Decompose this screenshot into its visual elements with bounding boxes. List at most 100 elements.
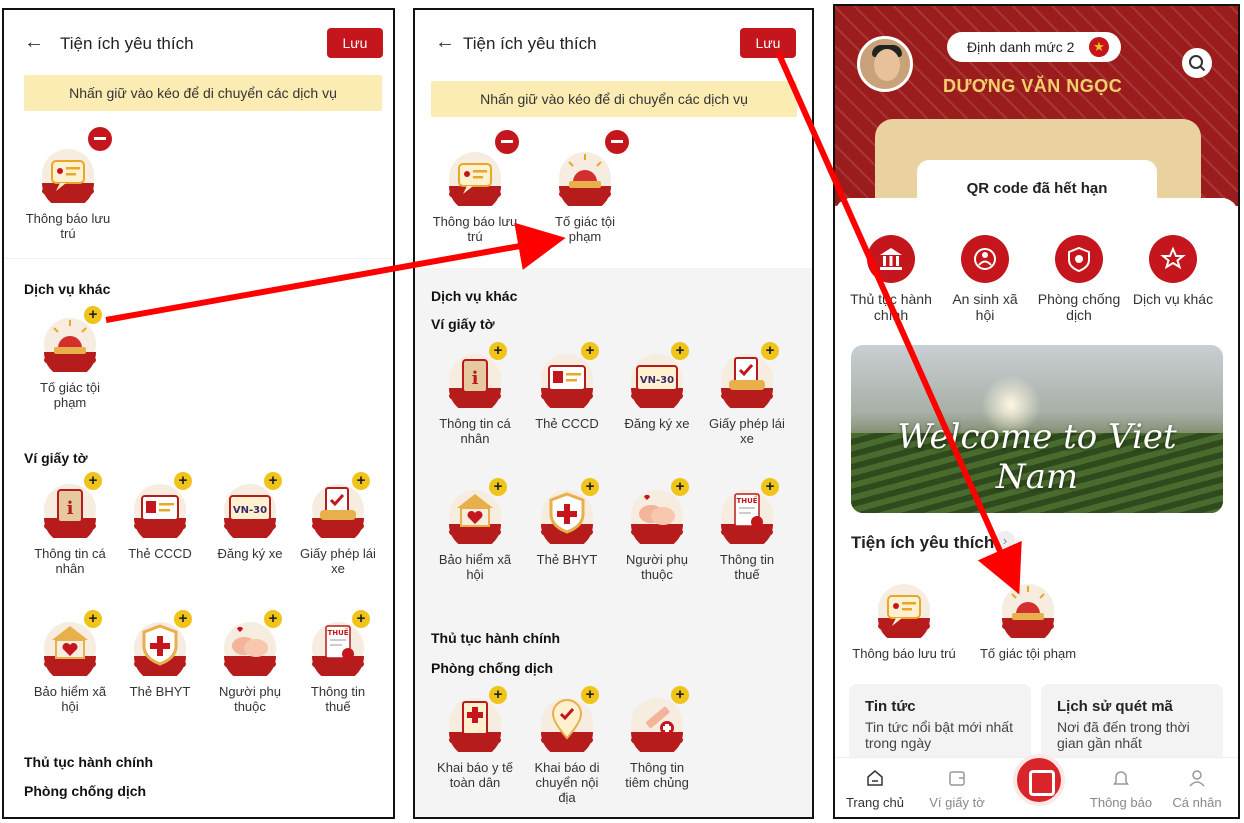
service-item[interactable]: + Thẻ CCCD (519, 342, 615, 431)
category-epidemic[interactable]: Phòng chống dịch (1036, 235, 1122, 323)
edit-favorites-screen-before: ← Tiện ích yêu thích Lưu Nhấn giữ vào ké… (2, 8, 395, 819)
favorite-item-label: Thông báo lưu trú (25, 211, 111, 241)
favorite-item[interactable]: Thông báo lưu trú (427, 130, 523, 244)
service-item-label: Khai báo y tế toàn dân (437, 760, 513, 790)
favorite-item[interactable]: Thông báo lưu trú (20, 127, 116, 241)
service-item[interactable]: + Giấy phép lái xe (699, 342, 795, 446)
category-label: Thủ tục hành chính (850, 291, 932, 323)
card-subtitle: Nơi đã đến trong thời gian gần nhất (1057, 719, 1190, 751)
banner-text: Welcome to Viet Nam (897, 417, 1177, 497)
nav-notifications[interactable]: Thông báo (1081, 768, 1161, 810)
service-item[interactable]: + Giấy phép lái xe (290, 472, 386, 576)
service-item-label: Thông tin tiêm chủng (625, 760, 689, 790)
notice-residence-icon (874, 578, 934, 638)
avatar[interactable] (857, 36, 913, 92)
header: ← Tiện ích yêu thích Lưu (4, 10, 393, 74)
service-item[interactable]: + Thông tin thuế (699, 478, 795, 582)
id-level-label: Định danh mức 2 (967, 39, 1075, 55)
service-item[interactable]: + Đăng ký xe (609, 342, 705, 431)
favorite-item[interactable]: Thông báo lưu trú (849, 578, 959, 661)
page-title: Tiện ích yêu thích (60, 34, 194, 53)
add-icon[interactable]: + (264, 472, 282, 490)
star-icon: ★ (1089, 37, 1109, 57)
search-button[interactable] (1182, 48, 1212, 78)
service-item[interactable]: + Thông tin cá nhân (22, 472, 118, 576)
add-icon[interactable]: + (761, 342, 779, 360)
service-item-label: Thẻ BHYT (129, 684, 191, 699)
add-icon[interactable]: + (84, 610, 102, 628)
service-item[interactable]: + Khai báo y tế toàn dân (427, 686, 523, 790)
service-item-label: Người phụ thuộc (625, 552, 689, 582)
service-item[interactable]: + Tố giác tội phạm (22, 306, 118, 410)
add-icon[interactable]: + (671, 342, 689, 360)
favorite-item[interactable]: Tố giác tội phạm (537, 130, 633, 244)
service-item[interactable]: + Thông tin thuế (290, 610, 386, 714)
service-item[interactable]: + Người phụ thuộc (202, 610, 298, 714)
add-icon[interactable]: + (489, 686, 507, 704)
add-icon[interactable]: + (489, 478, 507, 496)
card-title: Lịch sử quét mã (1057, 698, 1173, 715)
add-icon[interactable]: + (671, 478, 689, 496)
add-icon[interactable]: + (84, 472, 102, 490)
service-item[interactable]: + Thẻ BHYT (112, 610, 208, 699)
save-button[interactable]: Lưu (327, 28, 383, 58)
save-button[interactable]: Lưu (740, 28, 796, 58)
nav-wallet[interactable]: Ví giấy tờ (917, 768, 997, 810)
section-title: Thủ tục hành chính (24, 754, 154, 770)
star-box-icon (1160, 246, 1186, 270)
service-item[interactable]: + Khai báo di chuyển nội địa (519, 686, 615, 805)
arrow-left-icon[interactable]: ← (24, 32, 44, 52)
service-item-label: Thẻ BHYT (536, 552, 598, 567)
hint-banner: Nhấn giữ vào kéo để di chuyển các dịch v… (24, 75, 382, 111)
nav-label: Trang chủ (845, 795, 905, 810)
arrow-left-icon[interactable]: ← (435, 32, 455, 52)
service-item[interactable]: + Đăng ký xe (202, 472, 298, 561)
add-icon[interactable]: + (489, 342, 507, 360)
service-item[interactable]: + Thông tin cá nhân (427, 342, 523, 446)
service-item[interactable]: + Thông tin tiêm chủng (609, 686, 705, 790)
category-admin-procedures[interactable]: Thủ tục hành chính (848, 235, 934, 323)
service-item[interactable]: + Người phụ thuộc (609, 478, 705, 582)
add-icon[interactable]: + (174, 610, 192, 628)
service-item-label: Thẻ CCCD (128, 546, 192, 561)
add-icon[interactable]: + (671, 686, 689, 704)
nav-home[interactable]: Trang chủ (835, 768, 915, 810)
service-item[interactable]: + Bảo hiểm xã hội (22, 610, 118, 714)
add-icon[interactable]: + (84, 306, 102, 324)
government-building-icon (880, 248, 902, 270)
id-level-badge[interactable]: Định danh mức 2 ★ (947, 32, 1121, 62)
add-icon[interactable]: + (352, 472, 370, 490)
category-social-welfare[interactable]: An sinh xã hội (942, 235, 1028, 323)
add-icon[interactable]: + (581, 342, 599, 360)
service-item-label: Tố giác tội phạm (40, 380, 100, 410)
favorite-item-label: Thông báo lưu trú (432, 214, 518, 244)
chevron-right-icon[interactable]: › (995, 531, 1015, 551)
category-other-services[interactable]: Dịch vụ khác (1130, 235, 1216, 307)
siren-icon (555, 146, 615, 206)
favorite-item[interactable]: Tố giác tội phạm (973, 578, 1083, 661)
remove-icon[interactable] (495, 130, 519, 154)
add-icon[interactable]: + (352, 610, 370, 628)
nav-profile[interactable]: Cá nhân (1157, 768, 1237, 810)
card-title: Tin tức (865, 698, 916, 715)
welcome-banner[interactable]: Welcome to Viet Nam (851, 345, 1223, 513)
remove-icon[interactable] (605, 130, 629, 154)
qr-scan-icon[interactable] (1013, 754, 1065, 806)
section-title: Thủ tục hành chính (431, 630, 561, 646)
add-icon[interactable]: + (761, 478, 779, 496)
add-icon[interactable]: + (581, 686, 599, 704)
service-item-label: Thẻ CCCD (535, 416, 599, 431)
service-item-label: Bảo hiểm xã hội (33, 684, 107, 714)
category-label: Dịch vụ khác (1132, 291, 1214, 307)
add-icon[interactable]: + (264, 610, 282, 628)
add-icon[interactable]: + (581, 478, 599, 496)
remove-icon[interactable] (88, 127, 112, 151)
service-item-label: Người phụ thuộc (218, 684, 282, 714)
add-icon[interactable]: + (174, 472, 192, 490)
section-title: Ví giấy tờ (24, 450, 88, 466)
service-item[interactable]: + Thẻ BHYT (519, 478, 615, 567)
bottom-nav: Trang chủ Ví giấy tờ Thông báo Cá nhân (835, 754, 1238, 817)
notice-residence-icon (445, 146, 505, 206)
service-item[interactable]: + Bảo hiểm xã hội (427, 478, 523, 582)
service-item[interactable]: + Thẻ CCCD (112, 472, 208, 561)
